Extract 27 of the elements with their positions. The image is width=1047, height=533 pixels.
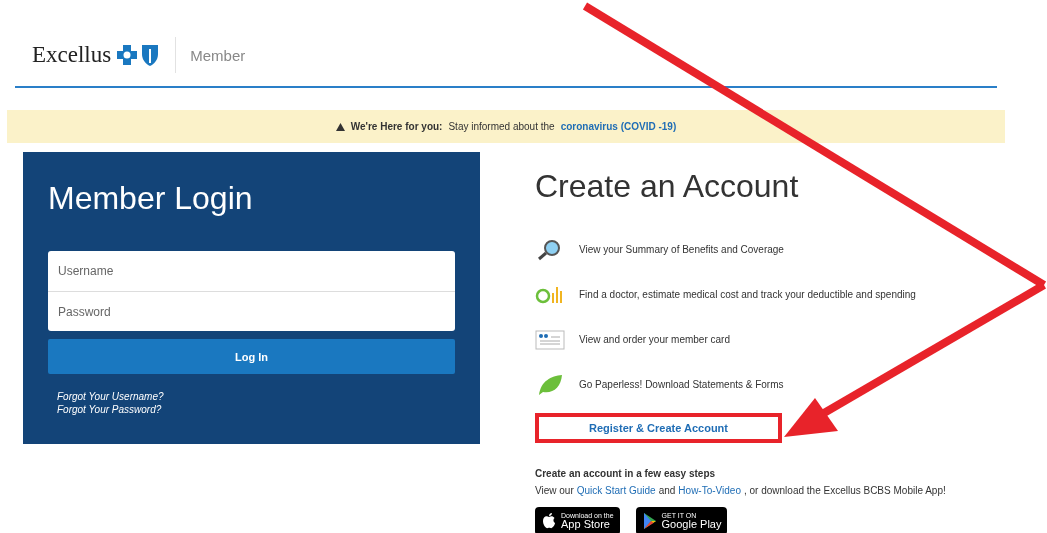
steps-text: View our xyxy=(535,485,574,496)
feature-text: View and order your member card xyxy=(579,334,730,345)
input-field[interactable]: Username xyxy=(48,251,455,291)
login-title: Member Login xyxy=(48,180,254,217)
feature-text: Find a doctor, estimate medical cost and track your deductible and spending xyxy=(579,289,916,300)
warning-icon xyxy=(335,122,345,131)
steps-text: and xyxy=(658,485,676,496)
notice-lead: We're Here for you: xyxy=(350,121,443,132)
guide-link[interactable]: Quick Start Guide xyxy=(576,485,656,496)
feature-text: Go Paperless! Download Statements & Forms xyxy=(579,379,784,390)
feature-text: View your Summary of Benefits and Coverage xyxy=(579,244,784,255)
forgot-link[interactable]: Forgot Your Password? xyxy=(57,404,455,415)
section-label: Member xyxy=(190,46,246,64)
guide-link[interactable]: How-To-Video xyxy=(678,485,741,496)
member-card-icon xyxy=(535,327,565,352)
steps-text: , or download the Excellus BCBS Mobile App! xyxy=(743,485,946,496)
forgot-link[interactable]: Forgot Your Username? xyxy=(57,391,455,402)
apple-logo-icon xyxy=(541,512,557,530)
register-button[interactable]: Register & Create Account xyxy=(535,413,782,443)
brand-name: Excellus xyxy=(32,42,112,68)
notice-text: Stay informed about the xyxy=(448,121,555,132)
steps-title: Create an account in a few easy steps xyxy=(535,468,717,479)
login-button[interactable]: Log In xyxy=(48,339,455,374)
input-field[interactable]: Password xyxy=(48,291,455,331)
create-account-title: Create an Account xyxy=(535,168,800,205)
play-logo-icon xyxy=(641,512,658,530)
notice-link[interactable]: coronavirus (COVID -19) xyxy=(560,121,677,132)
